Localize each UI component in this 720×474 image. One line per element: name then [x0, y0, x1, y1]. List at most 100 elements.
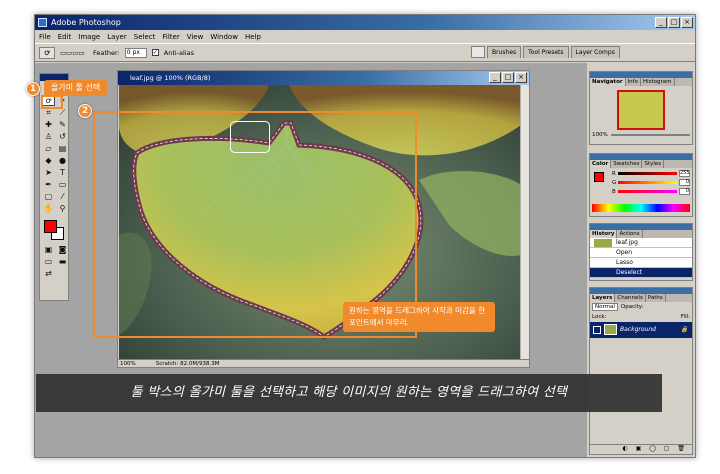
antialias-checkbox[interactable]: ✓ — [151, 49, 159, 56]
menu-window[interactable]: Window — [210, 33, 238, 41]
history-item-label: Open — [616, 249, 633, 256]
minimize-button[interactable]: _ — [655, 17, 667, 28]
app-titlebar: Adobe Photoshop _ □ × — [35, 15, 695, 30]
color-panel: Color Swatches Styles R 255 G 0 B 0 — [589, 153, 693, 217]
doc-minimize-button[interactable]: _ — [489, 72, 501, 83]
app-title: Adobe Photoshop — [51, 18, 121, 27]
tab-tool-presets[interactable]: Tool Presets — [523, 46, 569, 58]
notes-tool-icon[interactable]: ▢ — [42, 191, 55, 202]
layer-background[interactable]: Background 🔒 — [590, 322, 692, 338]
healing-brush-tool-icon[interactable]: ✚ — [42, 119, 55, 130]
tab-paths[interactable]: Paths — [646, 294, 666, 302]
history-item-deselect[interactable]: Deselect — [590, 268, 692, 278]
blur-tool-icon[interactable]: ◆ — [42, 155, 55, 166]
standard-mode-icon[interactable]: ▣ — [42, 244, 55, 255]
color-swatches — [40, 218, 68, 242]
lock-label: Lock: — [592, 314, 607, 320]
layers-panel: Layers Channels Paths Normal Opacity: Lo… — [589, 287, 693, 455]
eye-icon[interactable] — [593, 326, 601, 334]
quickmask-mode-icon[interactable]: ◙ — [56, 244, 69, 255]
file-browser-icon[interactable] — [471, 46, 485, 58]
foreground-color[interactable] — [44, 220, 57, 233]
close-button[interactable]: × — [681, 17, 693, 28]
menu-edit[interactable]: Edit — [58, 33, 72, 41]
color-ramp[interactable] — [592, 204, 690, 212]
navigator-thumbnail[interactable] — [617, 90, 665, 130]
blue-value[interactable]: 0 — [679, 188, 690, 195]
tab-navigator[interactable]: Navigator — [590, 78, 626, 86]
tab-channels[interactable]: Channels — [615, 294, 646, 302]
step-1-badge: 1 — [26, 82, 40, 96]
document-titlebar: leaf.jpg @ 100% (RGB/8) _ □ × — [118, 71, 529, 85]
menu-filter[interactable]: Filter — [162, 33, 179, 41]
document-vertical-scrollbar[interactable] — [520, 85, 529, 361]
lasso-preset-icon[interactable]: ꝍ — [39, 46, 55, 59]
history-item-lasso[interactable]: Lasso — [590, 258, 692, 268]
feather-input[interactable] — [124, 47, 147, 58]
blue-label: B — [612, 188, 616, 195]
jump-to-imageready-icon[interactable]: ⇄ — [42, 268, 55, 279]
menu-image[interactable]: Image — [78, 33, 100, 41]
menu-layer[interactable]: Layer — [107, 33, 127, 41]
tab-info[interactable]: Info — [626, 78, 641, 86]
layers-panel-footer-icons[interactable]: ◐ ▣ ◯ ▢ 🗑 — [590, 444, 692, 454]
tab-history[interactable]: History — [590, 230, 618, 238]
history-brush-tool-icon[interactable]: ↺ — [56, 131, 69, 142]
menu-help[interactable]: Help — [245, 33, 261, 41]
dodge-tool-icon[interactable]: ● — [56, 155, 69, 166]
tab-histogram[interactable]: Histogram — [641, 78, 675, 86]
document-statusbar: 100% Scratch: 82.0M/938.3M — [118, 359, 529, 367]
tab-actions[interactable]: Actions — [617, 230, 643, 238]
red-value[interactable]: 255 — [679, 170, 690, 177]
green-value[interactable]: 0 — [679, 179, 690, 186]
navigator-zoom-slider[interactable] — [610, 134, 690, 136]
clone-stamp-tool-icon[interactable]: ♙ — [42, 131, 55, 142]
screen-mode-2-icon[interactable]: ▬ — [56, 256, 69, 267]
history-item-open[interactable]: Open — [590, 248, 692, 258]
color-panel-fg[interactable] — [594, 172, 604, 182]
menu-bar: File Edit Image Layer Select Filter View… — [35, 30, 695, 43]
document-title: leaf.jpg @ 100% (RGB/8) — [130, 74, 211, 82]
hand-tool-icon[interactable]: ✋ — [42, 203, 55, 214]
menu-view[interactable]: View — [187, 33, 204, 41]
selection-mode-icons[interactable]: ▭▭▭▭ — [60, 49, 88, 57]
red-label: R — [612, 170, 616, 177]
gradient-tool-icon[interactable]: ▤ — [56, 143, 69, 154]
document-zoom[interactable]: 100% — [120, 360, 136, 367]
history-panel: History Actions leaf.jpg Open Lasso Dese… — [589, 223, 693, 281]
navigator-panel: Navigator Info Histogram 100% — [589, 71, 693, 145]
blue-slider[interactable] — [617, 190, 677, 193]
snapshot-thumbnail-icon — [594, 239, 612, 247]
tab-layer-comps[interactable]: Layer Comps — [570, 46, 620, 58]
doc-close-button[interactable]: × — [515, 72, 527, 83]
type-tool-icon[interactable]: T — [56, 167, 69, 178]
blend-mode-select[interactable]: Normal — [592, 303, 618, 311]
layer-thumbnail-icon — [604, 324, 617, 335]
shape-tool-icon[interactable]: ▭ — [56, 179, 69, 190]
step-2-badge: 2 — [78, 104, 92, 118]
menu-select[interactable]: Select — [134, 33, 156, 41]
zoom-tool-icon[interactable]: ⚲ — [56, 203, 69, 214]
history-snapshot[interactable]: leaf.jpg — [590, 238, 692, 248]
tab-brushes[interactable]: Brushes — [487, 46, 522, 58]
tab-layers[interactable]: Layers — [590, 294, 616, 302]
doc-maximize-button[interactable]: □ — [502, 72, 514, 83]
red-slider[interactable] — [617, 172, 677, 175]
navigator-zoom[interactable]: 100% — [592, 132, 608, 138]
tab-styles[interactable]: Styles — [642, 160, 665, 168]
tab-color[interactable]: Color — [590, 160, 612, 168]
layer-name: Background — [620, 326, 656, 333]
tab-swatches[interactable]: Swatches — [611, 160, 643, 168]
maximize-button[interactable]: □ — [668, 17, 680, 28]
menu-file[interactable]: File — [39, 33, 51, 41]
eyedropper-tool-icon[interactable]: ⁄ — [56, 191, 69, 202]
pen-tool-icon[interactable]: ✒ — [42, 179, 55, 190]
green-slider[interactable] — [618, 181, 677, 184]
brush-tool-icon[interactable]: ✎ — [56, 119, 69, 130]
screen-mode-1-icon[interactable]: ▭ — [42, 256, 55, 267]
history-item-label: Lasso — [616, 259, 633, 266]
opacity-label: Opacity: — [620, 304, 644, 310]
eraser-tool-icon[interactable]: ▱ — [42, 143, 55, 154]
path-selection-tool-icon[interactable]: ➤ — [42, 167, 55, 178]
step-1-callout: 올가미 툴 선택 — [44, 80, 108, 96]
